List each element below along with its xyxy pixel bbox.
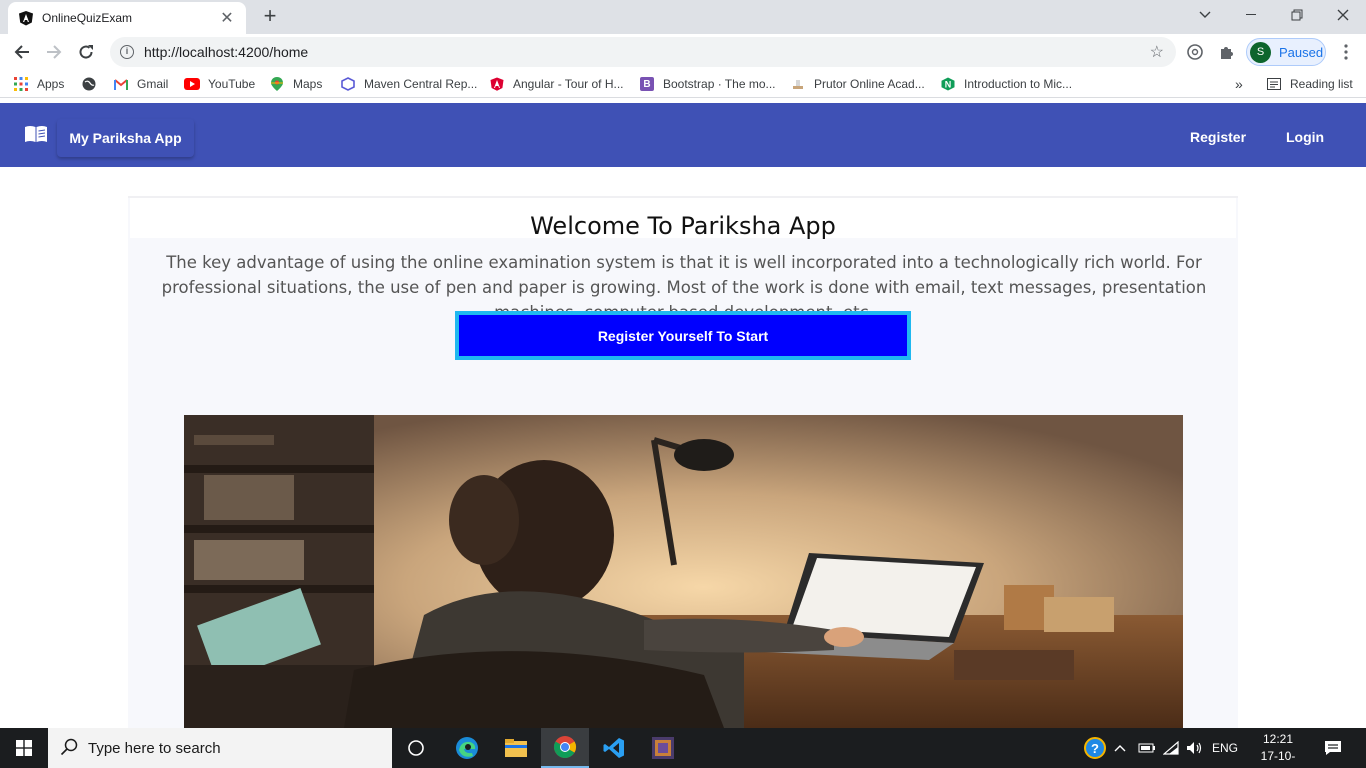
bootstrap-icon: B: [640, 77, 654, 91]
nav-login-link[interactable]: Login: [1286, 119, 1324, 155]
profile-button[interactable]: S Paused: [1246, 38, 1326, 66]
battery-icon[interactable]: [1138, 728, 1156, 768]
n-icon: N: [941, 77, 955, 91]
search-placeholder: Type here to search: [88, 739, 221, 757]
game-app-icon[interactable]: [639, 728, 687, 768]
youtube-icon: [184, 78, 200, 90]
bookmark-label: Maven Central Rep...: [364, 77, 478, 91]
more-menu-icon[interactable]: [1336, 42, 1356, 62]
angular-icon: [490, 77, 504, 91]
bookmark-label: Apps: [37, 77, 65, 91]
url-text: http://localhost:4200/home: [144, 44, 309, 60]
close-tab-icon[interactable]: ✕: [218, 8, 236, 28]
tab-title: OnlineQuizExam: [42, 11, 133, 25]
search-icon: [60, 738, 78, 756]
task-view-icon[interactable]: [392, 728, 440, 768]
avatar: S: [1250, 41, 1271, 63]
windows-start-icon[interactable]: [0, 728, 48, 768]
bookmark-globe[interactable]: [82, 75, 96, 93]
extension-circle-icon[interactable]: [1185, 42, 1205, 62]
page-title: Welcome To Pariksha App: [530, 212, 836, 240]
bookmark-gmail[interactable]: Gmail: [114, 75, 168, 93]
help-tray-icon[interactable]: ?: [1084, 728, 1106, 768]
gmail-icon: [114, 78, 128, 90]
close-window-button[interactable]: [1320, 0, 1366, 30]
hero-image: [184, 415, 1183, 728]
prutor-icon: [793, 80, 803, 89]
language-indicator[interactable]: ENG: [1212, 728, 1238, 768]
restore-button[interactable]: [1274, 0, 1320, 30]
minimize-button[interactable]: [1228, 0, 1274, 30]
bookmark-label: Bootstrap · The mo...: [663, 77, 776, 91]
new-tab-button[interactable]: +: [258, 4, 282, 28]
nav-register-link[interactable]: Register: [1190, 119, 1246, 155]
taskbar-search-box[interactable]: Type here to search: [48, 728, 392, 768]
bookmark-maven[interactable]: Maven Central Rep...: [341, 75, 477, 93]
reading-list-icon: [1267, 78, 1281, 90]
browser-tab-strip: OnlineQuizExam ✕ +: [0, 0, 1366, 34]
vscode-icon[interactable]: [590, 728, 638, 768]
bookmark-bootstrap[interactable]: B Bootstrap · The mo...: [640, 75, 776, 93]
bookmark-apps[interactable]: Apps: [14, 75, 64, 93]
globe-icon: [82, 77, 96, 91]
clock-time: 12:21: [1262, 732, 1294, 746]
bookmark-youtube[interactable]: YouTube: [184, 75, 255, 93]
windows-taskbar: Type here to search ? ENG 12:21 17-10-20…: [0, 728, 1366, 768]
back-arrow-icon[interactable]: [10, 40, 34, 64]
bookmark-label: Introduction to Mic...: [964, 77, 1073, 91]
bookmark-star-icon[interactable]: ☆: [1150, 42, 1164, 62]
maven-icon: [341, 77, 355, 91]
svg-text:?: ?: [1091, 741, 1099, 756]
bookmark-label: Maps: [293, 77, 323, 91]
reading-list-label: Reading list: [1290, 77, 1353, 91]
tab-search-chevron-icon[interactable]: [1182, 0, 1228, 30]
reload-icon[interactable]: [74, 40, 98, 64]
show-hidden-icons-chevron-icon[interactable]: [1114, 728, 1126, 768]
bookmark-label: YouTube: [208, 77, 256, 91]
edge-icon[interactable]: [443, 728, 491, 768]
app-navbar: My Pariksha App Register Login: [0, 103, 1366, 167]
menu-book-icon[interactable]: [24, 125, 48, 143]
bookmark-prutor[interactable]: Prutor Online Acad...: [791, 75, 925, 93]
angular-favicon-icon: [19, 11, 33, 26]
profile-status: Paused: [1279, 44, 1324, 60]
chrome-icon[interactable]: [541, 728, 589, 768]
register-start-button[interactable]: Register Yourself To Start: [455, 311, 911, 360]
apps-grid-icon: [14, 77, 28, 91]
site-info-icon[interactable]: i: [120, 45, 134, 59]
browser-toolbar: i http://localhost:4200/home ☆ S Paused: [0, 34, 1366, 70]
volume-icon[interactable]: [1186, 728, 1204, 768]
clock-date: 17-10-2021: [1260, 749, 1296, 768]
bookmark-label: Gmail: [137, 77, 169, 91]
wifi-icon[interactable]: [1163, 728, 1179, 768]
bookmarks-bar: Apps Gmail YouTube Maps Maven Central Re…: [0, 70, 1366, 98]
extensions-puzzle-icon[interactable]: [1216, 42, 1236, 62]
app-brand-button[interactable]: My Pariksha App: [57, 119, 194, 157]
svg-text:N: N: [945, 80, 952, 90]
bookmark-maps[interactable]: Maps: [270, 75, 322, 93]
bookmark-label: Angular - Tour of H...: [513, 77, 624, 91]
bookmarks-overflow-button[interactable]: »: [1235, 75, 1243, 93]
browser-tab[interactable]: OnlineQuizExam ✕: [8, 2, 246, 34]
file-explorer-icon[interactable]: [492, 728, 540, 768]
bookmark-angular[interactable]: Angular - Tour of H...: [490, 75, 624, 93]
notifications-icon[interactable]: [1324, 728, 1342, 768]
address-bar[interactable]: i http://localhost:4200/home ☆: [110, 37, 1176, 67]
forward-arrow-icon[interactable]: [42, 40, 66, 64]
bookmark-label: Prutor Online Acad...: [814, 77, 925, 91]
reading-list-button[interactable]: Reading list: [1267, 75, 1353, 93]
taskbar-clock[interactable]: 12:21 17-10-2021: [1248, 731, 1308, 768]
maps-icon: [271, 77, 283, 91]
bookmark-intro-mic[interactable]: N Introduction to Mic...: [941, 75, 1072, 93]
